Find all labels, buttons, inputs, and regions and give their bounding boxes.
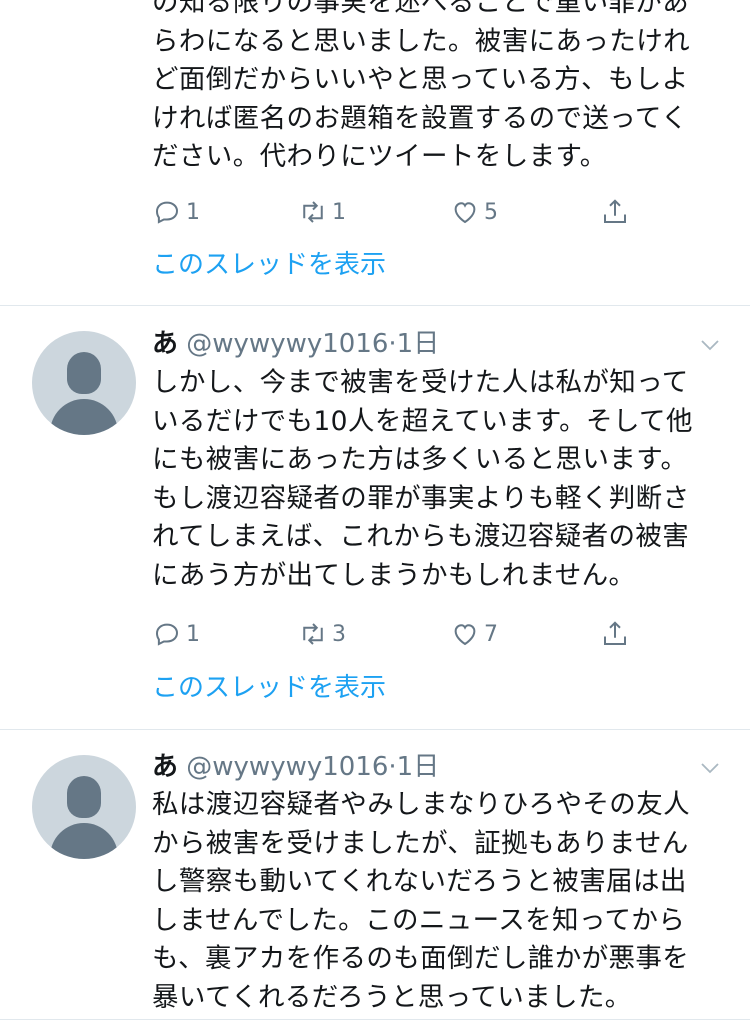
like-icon: [454, 624, 476, 646]
retweet-icon: [303, 201, 323, 223]
reply-count: 1: [186, 199, 200, 225]
reply-button[interactable]: 1: [152, 192, 200, 232]
retweet-count: 3: [332, 621, 346, 647]
reply-icon: [155, 623, 179, 646]
share-button[interactable]: [600, 614, 634, 654]
tweet-1-text: の知る限りの事実を述べることで重い罪があ らわになると思いました。被害にあったけ…: [152, 0, 690, 172]
separator-dot: ·: [388, 752, 397, 782]
like-button[interactable]: 5: [450, 192, 498, 232]
show-thread-link[interactable]: このスレッドを表示: [152, 670, 386, 706]
reply-button[interactable]: 1: [152, 614, 200, 654]
default-avatar-icon: [67, 776, 101, 818]
user-handle[interactable]: @wywywy1016: [186, 329, 388, 359]
tweet-2[interactable]: あ @wywywy1016·1日 しかし、今まで被害を受けた人は私が知って いる…: [0, 306, 750, 728]
show-thread-link[interactable]: このスレッドを表示: [152, 247, 386, 283]
tweet-text: 私は渡辺容疑者やみしまなりひろやその友人 から被害を受けましたが、証拠もありませ…: [152, 789, 690, 1013]
retweet-button[interactable]: 3: [298, 614, 346, 654]
share-icon: [604, 199, 626, 223]
tweet-text: しかし、今まで被害を受けた人は私が知って いるだけでも10人を超えています。そし…: [152, 367, 693, 591]
share-button[interactable]: [600, 192, 634, 232]
tweet-3[interactable]: あ @wywywy1016·1日 私は渡辺容疑者やみしまなりひろやその友人 から…: [0, 730, 750, 1029]
reply-icon: [155, 201, 179, 224]
retweet-count: 1: [332, 199, 346, 225]
share-icon: [604, 621, 626, 645]
timestamp[interactable]: 1日: [397, 752, 440, 782]
timestamp[interactable]: 1日: [397, 329, 440, 359]
separator-dot: ·: [388, 329, 397, 359]
user-handle[interactable]: @wywywy1016: [186, 752, 388, 782]
chevron-down-icon[interactable]: [698, 756, 722, 780]
like-icon: [454, 202, 476, 224]
avatar[interactable]: [32, 755, 136, 859]
display-name[interactable]: あ: [152, 752, 178, 782]
avatar[interactable]: [32, 331, 136, 435]
chevron-down-icon[interactable]: [698, 333, 722, 357]
tweet-1[interactable]: の知る限りの事実を述べることで重い罪があ らわになると思いました。被害にあったけ…: [0, 0, 750, 305]
like-count: 7: [484, 621, 498, 647]
reply-count: 1: [186, 621, 200, 647]
bottom-divider: [0, 1019, 750, 1020]
like-button[interactable]: 7: [450, 614, 498, 654]
default-avatar-icon: [67, 352, 101, 394]
tweet-actions: 1 3 7: [152, 614, 632, 654]
tweet-header: あ @wywywy1016·1日: [152, 747, 439, 787]
retweet-button[interactable]: 1: [298, 192, 346, 232]
display-name[interactable]: あ: [152, 329, 178, 359]
tweet-1-actions: 1 1 5: [152, 192, 632, 232]
tweet-header: あ @wywywy1016·1日: [152, 324, 439, 364]
retweet-icon: [303, 623, 323, 645]
like-count: 5: [484, 199, 498, 225]
